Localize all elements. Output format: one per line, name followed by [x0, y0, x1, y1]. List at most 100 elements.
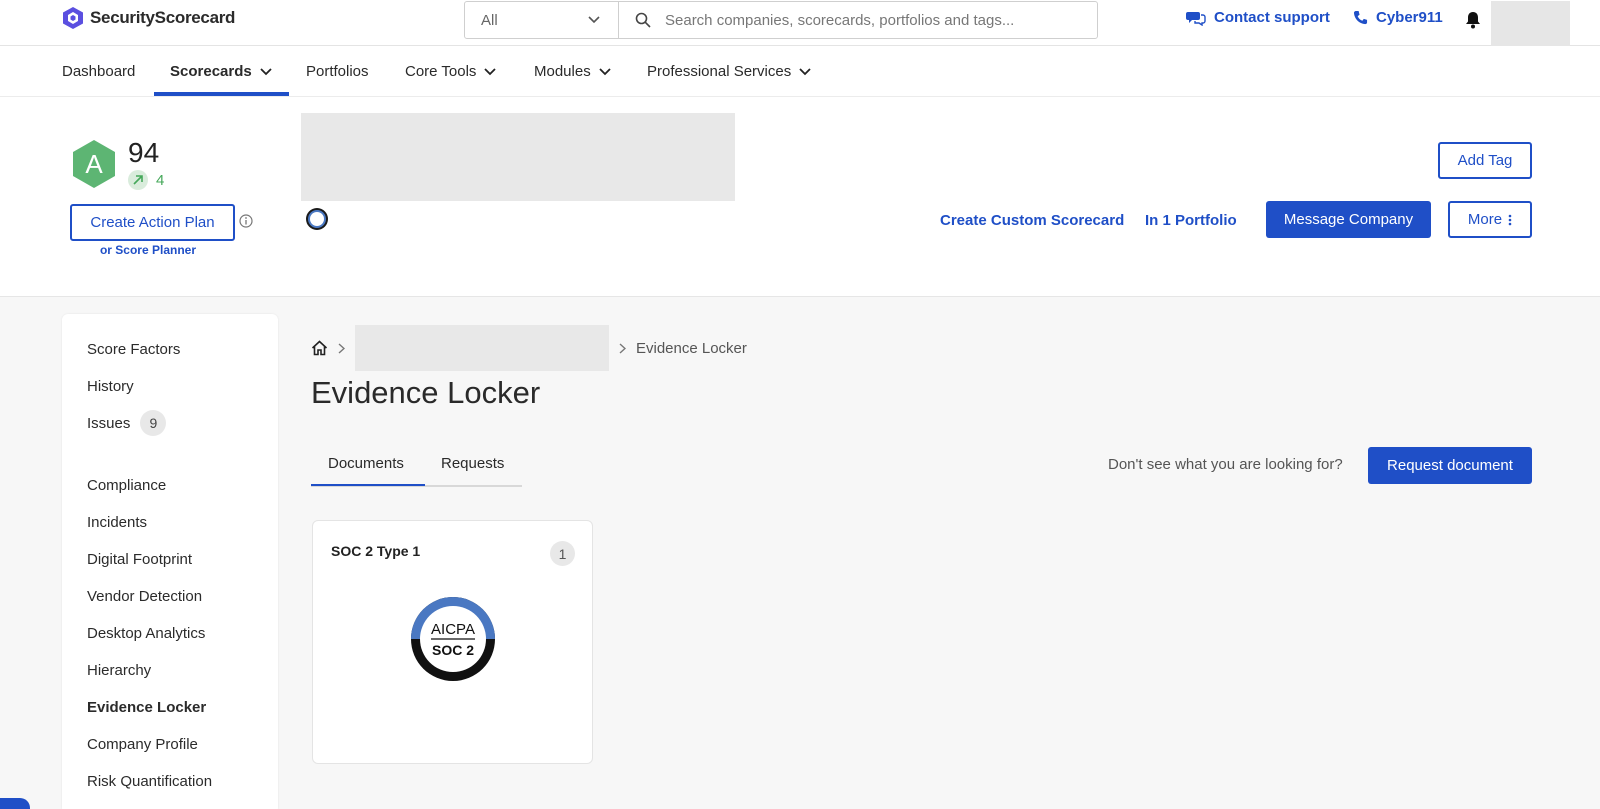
chevron-down-icon [588, 16, 600, 24]
chevron-down-icon [799, 67, 811, 75]
sidebar-item-vendor-detection[interactable]: Vendor Detection [87, 588, 202, 605]
nav-modules[interactable]: Modules [534, 46, 611, 97]
more-label: More [1467, 211, 1503, 228]
sidebar-item-label: Desktop Analytics [87, 625, 206, 642]
nav-label: Dashboard [62, 63, 136, 80]
soc2-badge-icon[interactable] [305, 207, 329, 231]
brand-logo[interactable]: SecurityScorecard [62, 6, 235, 30]
portfolio-link[interactable]: In 1 Portfolio [1145, 212, 1237, 229]
trend-up-icon [128, 170, 148, 190]
phone-icon [1353, 10, 1368, 25]
sidebar-item-issues[interactable]: Issues 9 [87, 410, 167, 436]
search-field [619, 2, 1097, 38]
logo-icon [63, 7, 83, 29]
sidebar-item-label: Compliance [87, 477, 167, 494]
tab-requests[interactable]: Requests [441, 455, 504, 472]
home-icon[interactable] [311, 340, 328, 356]
search-scope-select[interactable]: All [465, 2, 619, 38]
chat-widget-tab[interactable] [0, 798, 30, 809]
create-action-plan-button[interactable]: Create Action Plan [70, 204, 235, 241]
grade-badge: A [73, 140, 115, 188]
aicpa-soc2-logo: AICPA SOC 2 [411, 597, 495, 681]
sidebar-item-hierarchy[interactable]: Hierarchy [87, 662, 151, 679]
breadcrumb-company-placeholder[interactable] [355, 325, 609, 371]
document-count-badge: 1 [550, 541, 575, 566]
kebab-icon [1508, 214, 1512, 225]
sidebar-item-risk-quantification[interactable]: Risk Quantification [87, 773, 212, 790]
nav-core-tools[interactable]: Core Tools [405, 46, 497, 97]
sidebar-item-label: Evidence Locker [87, 699, 207, 716]
sidebar-item-label: Score Factors [87, 341, 181, 358]
sidebar-item-label: History [87, 378, 134, 395]
main-nav: Dashboard Scorecards Portfolios Core Too… [0, 46, 1600, 97]
request-document-button[interactable]: Request document [1368, 447, 1532, 484]
helper-text: Don't see what you are looking for? [1108, 456, 1343, 473]
nav-label: Scorecards [170, 63, 252, 80]
search-scope-value: All [481, 11, 498, 29]
sidebar-item-digital-footprint[interactable]: Digital Footprint [87, 551, 192, 568]
sidebar-item-label: Incidents [87, 514, 148, 531]
breadcrumb-current: Evidence Locker [636, 339, 747, 357]
sidebar-item-label: Hierarchy [87, 662, 152, 679]
nav-portfolios[interactable]: Portfolios [306, 46, 369, 97]
document-title: SOC 2 Type 1 [331, 543, 421, 559]
sidebar-item-incidents[interactable]: Incidents [87, 514, 147, 531]
sidebar-item-history[interactable]: History [87, 378, 134, 395]
chevron-right-icon [338, 342, 345, 354]
breadcrumb: Evidence Locker [311, 325, 747, 371]
contact-support-label: Contact support [1214, 9, 1330, 26]
search-input[interactable] [665, 11, 1085, 29]
grade-letter: A [85, 149, 103, 179]
sidebar: Score Factors History Issues 9 Compliance… [62, 314, 278, 809]
nav-dashboard[interactable]: Dashboard [62, 46, 135, 97]
document-card[interactable]: SOC 2 Type 1 1 AICPA SOC 2 [312, 520, 593, 764]
nav-label: Portfolios [306, 63, 369, 80]
contact-support-link[interactable]: Contact support [1186, 9, 1330, 26]
search-icon [635, 12, 651, 28]
brand-name: SecurityScorecard [90, 8, 236, 27]
sidebar-item-company-profile[interactable]: Company Profile [87, 736, 198, 753]
more-button[interactable]: More [1448, 201, 1532, 238]
sidebar-item-label: Vendor Detection [87, 588, 203, 605]
logo-top-text: AICPA [431, 621, 475, 638]
tab-bar: Documents Requests [311, 447, 522, 487]
nav-label: Core Tools [405, 63, 477, 80]
bell-icon[interactable] [1465, 11, 1481, 29]
score-change: 4 [128, 170, 164, 190]
sidebar-item-label: Digital Footprint [87, 551, 193, 568]
add-tag-button[interactable]: Add Tag [1438, 142, 1532, 179]
sidebar-item-label: Issues [87, 414, 131, 432]
logo-bottom-text: SOC 2 [432, 642, 474, 658]
chevron-down-icon [260, 67, 272, 75]
cyber911-link[interactable]: Cyber911 [1353, 9, 1443, 26]
scorecard-header: A 94 4 Create Action Plan or Score Plann… [0, 97, 1600, 297]
issues-count-badge: 9 [140, 410, 167, 436]
score-change-value: 4 [156, 171, 165, 189]
score-value: 94 [128, 137, 160, 168]
nav-active-indicator [154, 92, 289, 96]
page-title: Evidence Locker [311, 375, 541, 410]
create-custom-scorecard-link[interactable]: Create Custom Scorecard [940, 212, 1124, 229]
cyber911-label: Cyber911 [1376, 9, 1443, 26]
sidebar-item-label: Company Profile [87, 736, 198, 753]
avatar[interactable] [1491, 1, 1570, 47]
info-icon[interactable] [239, 214, 253, 228]
sidebar-item-label: Risk Quantification [87, 773, 213, 790]
chat-icon [1186, 11, 1206, 26]
message-company-button[interactable]: Message Company [1266, 201, 1431, 238]
chevron-right-icon [619, 342, 626, 354]
sidebar-item-compliance[interactable]: Compliance [87, 477, 166, 494]
sidebar-item-score-factors[interactable]: Score Factors [87, 341, 180, 358]
tab-active-indicator [311, 484, 425, 486]
chevron-down-icon [484, 67, 497, 75]
nav-label: Professional Services [647, 63, 792, 80]
nav-scorecards[interactable]: Scorecards [170, 46, 272, 97]
nav-professional-services[interactable]: Professional Services [647, 46, 811, 97]
sidebar-item-desktop-analytics[interactable]: Desktop Analytics [87, 625, 205, 642]
chevron-down-icon [599, 67, 611, 75]
sidebar-item-evidence-locker[interactable]: Evidence Locker [87, 699, 206, 716]
nav-label: Modules [534, 63, 591, 80]
score-planner-link[interactable]: or Score Planner [70, 243, 226, 257]
tab-documents[interactable]: Documents [328, 455, 404, 472]
company-name-placeholder [301, 113, 735, 201]
